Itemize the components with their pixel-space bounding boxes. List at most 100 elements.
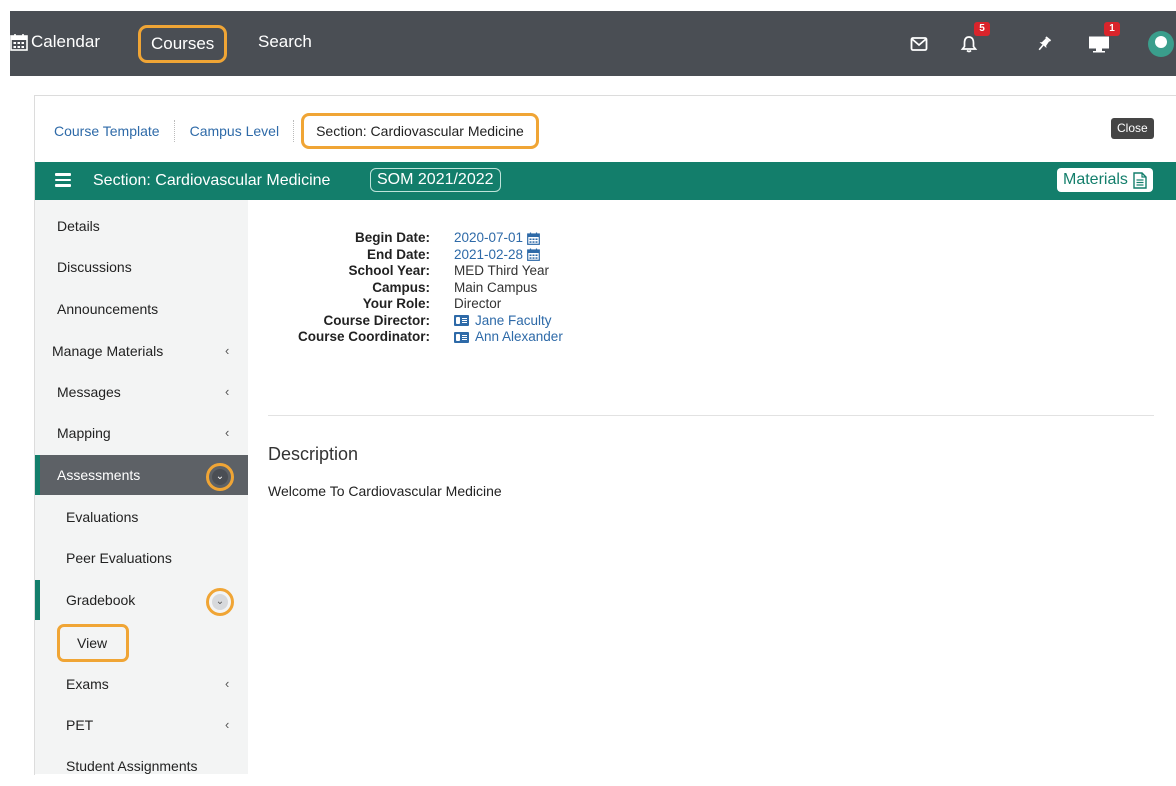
section-details: Begin Date: 2020-07-01 End Date: 2021-02… [268,230,563,346]
breadcrumb-section[interactable]: Section: Cardiovascular Medicine [301,113,539,149]
chevron-down-icon: ⌄ [212,594,228,610]
user-avatar[interactable] [1148,31,1174,57]
top-navbar: Calendar Courses Search 5 1 [10,11,1176,76]
materials-button[interactable]: Materials [1057,168,1153,192]
messages-button[interactable]: 1 [1086,22,1120,57]
assessments-expand-toggle[interactable]: ⌄ [206,463,234,491]
contact-card-icon [454,331,469,343]
detail-row-begin-date: Begin Date: 2020-07-01 [268,230,563,247]
detail-value: MED Third Year [454,263,550,278]
chevron-left-icon: ‹ [225,384,230,399]
calendar-icon [527,232,540,245]
close-button[interactable]: Close [1111,118,1154,139]
sidebar-item-label: Student Assignments [66,758,198,774]
sidebar-item-pet[interactable]: PET ‹ [35,705,248,745]
detail-row-your-role: Your Role: Director [268,296,563,313]
term-badge: SOM 2021/2022 [370,168,501,192]
description-text: Welcome To Cardiovascular Medicine [268,483,502,499]
sidebar-item-label: Details [57,218,100,234]
description-heading: Description [268,444,359,464]
sidebar-item-label: Exams [66,676,109,692]
chevron-left-icon: ‹ [225,425,230,440]
sidebar-item-evaluations[interactable]: Evaluations [35,497,248,537]
detail-value: Main Campus [454,279,538,295]
sidebar-item-label: Gradebook [66,592,136,608]
detail-label: School Year: [348,263,430,278]
sidebar-item-view[interactable]: View [57,624,129,662]
sidebar-item-label: Manage Materials [52,343,164,359]
sidebar-item-manage-materials[interactable]: Manage Materials ‹ [35,331,248,371]
chevron-left-icon: ‹ [225,343,230,358]
detail-value: Director [454,296,502,311]
calendar-icon [10,34,28,51]
breadcrumb-separator [173,120,176,142]
notifications-button[interactable]: 5 [956,22,990,57]
sidebar-item-student-assignments[interactable]: Student Assignments [35,746,248,786]
detail-label: Campus: [372,279,430,295]
end-date-value[interactable]: 2021-02-28 [454,247,540,264]
detail-value: Ann Alexander [475,329,563,344]
gradebook-expand-toggle[interactable]: ⌄ [206,588,234,616]
sidebar-item-mapping[interactable]: Mapping ‹ [35,413,248,453]
mail-icon [910,37,928,51]
breadcrumb: Course Template Campus Level Section: Ca… [54,111,539,151]
detail-value: 2020-07-01 [454,230,524,245]
breadcrumb-campus-level[interactable]: Campus Level [190,123,280,139]
begin-date-value[interactable]: 2020-07-01 [454,230,540,247]
sidebar-item-peer-evaluations[interactable]: Peer Evaluations [35,538,248,578]
chevron-left-icon: ‹ [225,717,230,732]
active-indicator [35,580,40,620]
divider [268,415,1154,416]
contact-card-icon [454,315,469,327]
sidebar-item-label: PET [66,717,94,733]
pin-icon [1038,36,1052,51]
sidebar-item-messages[interactable]: Messages ‹ [35,372,248,412]
nav-courses[interactable]: Courses [138,25,228,63]
nav-search[interactable]: Search [258,32,312,52]
sidebar-item-discussions[interactable]: Discussions [35,247,248,287]
sidebar-item-label: Announcements [57,301,159,317]
detail-row-course-director: Course Director: Jane Faculty [268,313,563,330]
section-header: Section: Cardiovascular Medicine SOM 202… [35,162,1176,200]
monitor-icon [1089,36,1109,53]
bell-icon [960,36,978,53]
detail-value: 2021-02-28 [454,246,524,262]
calendar-icon [527,248,540,262]
sidebar-item-label: Peer Evaluations [66,550,172,566]
document-icon [1133,171,1147,189]
sidebar-item-label: Assessments [57,467,141,483]
detail-row-school-year: School Year: MED Third Year [268,263,563,280]
chevron-down-icon: ⌄ [212,469,228,485]
detail-row-campus: Campus: Main Campus [268,280,563,297]
section-title: Section: Cardiovascular Medicine [93,172,331,189]
chevron-left-icon: ‹ [225,676,230,691]
breadcrumb-course-template[interactable]: Course Template [54,123,160,139]
sidebar-item-label: Messages [57,384,121,400]
sidebar-item-label: View [77,635,108,651]
detail-label: Your Role: [362,296,430,311]
course-director-link[interactable]: Jane Faculty [454,313,552,330]
messages-badge: 1 [1104,22,1120,36]
materials-label: Materials [1063,171,1128,188]
notifications-badge: 5 [974,22,990,36]
detail-row-course-coordinator: Course Coordinator: Ann Alexander [268,329,563,346]
detail-label: Begin Date: [354,230,430,245]
sidebar-item-announcements[interactable]: Announcements [35,289,248,329]
pin-button[interactable] [1031,31,1057,57]
menu-icon[interactable] [55,173,71,187]
sidebar-item-label: Discussions [57,259,132,275]
breadcrumb-separator [293,120,295,142]
sidebar-item-exams[interactable]: Exams ‹ [35,664,248,704]
nav-calendar-label: Calendar [31,32,100,51]
sidebar-item-label: Mapping [57,425,111,441]
sidebar-item-details[interactable]: Details [35,206,248,246]
nav-calendar[interactable]: Calendar [10,32,100,52]
sidebar-item-label: Evaluations [66,509,139,525]
detail-row-end-date: End Date: 2021-02-28 [268,247,563,264]
detail-label: Course Director: [323,312,430,328]
detail-label: Course Coordinator: [297,329,430,344]
detail-value: Jane Faculty [475,312,552,328]
detail-label: End Date: [366,246,430,262]
course-coordinator-link[interactable]: Ann Alexander [454,329,563,346]
mail-button[interactable] [906,31,932,57]
